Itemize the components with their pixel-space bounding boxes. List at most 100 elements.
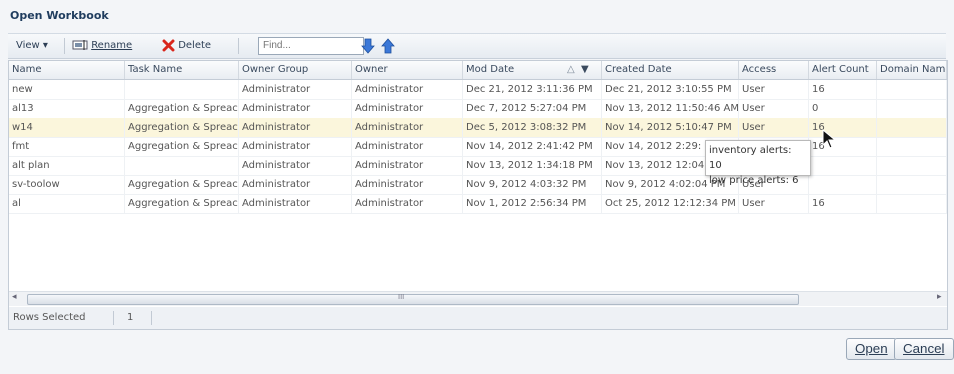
column-header-access[interactable]: Access (739, 61, 809, 79)
rename-icon (72, 40, 88, 50)
rows-selected-label: Rows Selected (13, 312, 86, 323)
cell-mod-date: Dec 7, 2012 5:27:04 PM (463, 99, 602, 118)
cell-mod-date: Nov 13, 2012 1:34:18 PM (463, 156, 602, 175)
alert-count-tooltip: inventory alerts: 10 low price alerts: 6 (705, 140, 811, 186)
cell-name: al (9, 194, 125, 213)
table-row[interactable]: new Administrator Administrator Dec 21, 201… (9, 80, 947, 100)
column-header-domain-name[interactable]: Domain Name (877, 61, 947, 79)
rename-button[interactable]: Rename (72, 34, 132, 58)
cell-domain-name (877, 156, 947, 175)
open-label: Open (855, 341, 888, 356)
cell-owner-group: Administrator (239, 156, 352, 175)
cell-alert-count: 16 (809, 137, 877, 156)
cell-owner: Administrator (352, 99, 463, 118)
column-header-alert-count[interactable]: Alert Count (809, 61, 877, 79)
cell-created-date: Dec 21, 2012 3:10:55 PM (602, 80, 739, 99)
cell-alert-count: 0 (809, 99, 877, 118)
cell-mod-date: Dec 21, 2012 3:11:36 PM (463, 80, 602, 99)
view-menu[interactable]: View ▾ (16, 34, 48, 58)
cell-task-name (125, 156, 239, 175)
find-input[interactable] (258, 37, 364, 55)
open-button[interactable]: Open (846, 338, 897, 360)
cell-task-name: Aggregation & Spreac (125, 118, 239, 137)
cell-task-name (125, 80, 239, 99)
dialog-title: Open Workbook (10, 9, 109, 22)
toolbar-divider (238, 38, 239, 54)
cell-access: User (739, 194, 809, 213)
cell-domain-name (877, 118, 947, 137)
cell-name: fmt (9, 137, 125, 156)
workbook-table: Name Task Name Owner Group Owner Mod Dat… (8, 60, 948, 309)
cell-alert-count (809, 175, 877, 194)
cell-created-date: Nov 13, 2012 11:50:46 AM (602, 99, 739, 118)
cancel-button[interactable]: Cancel (894, 338, 954, 360)
table-row[interactable]: w14 Aggregation & Spreac Administrator Admi… (9, 118, 947, 138)
cell-alert-count: 16 (809, 194, 877, 213)
cell-task-name: Aggregation & Spreac (125, 137, 239, 156)
cell-name: sv-toolow (9, 175, 125, 194)
cell-owner-group: Administrator (239, 137, 352, 156)
cell-owner: Administrator (352, 175, 463, 194)
delete-x-icon (162, 39, 175, 51)
table-row[interactable]: al Aggregation & Spreac Administrator Admin… (9, 194, 947, 214)
cell-mod-date: Dec 5, 2012 3:08:32 PM (463, 118, 602, 137)
cell-alert-count: 16 (809, 80, 877, 99)
sort-descending-icon[interactable]: ▼ (581, 61, 589, 79)
cell-owner: Administrator (352, 194, 463, 213)
column-header-owner-group[interactable]: Owner Group (239, 61, 352, 79)
delete-button[interactable]: Delete (162, 34, 211, 58)
status-divider (151, 311, 152, 325)
cell-owner-group: Administrator (239, 99, 352, 118)
cell-owner-group: Administrator (239, 175, 352, 194)
cell-created-date: Oct 25, 2012 12:12:34 PM (602, 194, 739, 213)
arrow-down-icon[interactable] (360, 38, 376, 54)
toolbar: View ▾ Rename Delete (8, 33, 946, 59)
cell-mod-date: Nov 9, 2012 4:03:32 PM (463, 175, 602, 194)
column-header-owner[interactable]: Owner (352, 61, 463, 79)
cell-owner-group: Administrator (239, 80, 352, 99)
rename-label: Rename (91, 40, 133, 51)
table-header: Name Task Name Owner Group Owner Mod Dat… (9, 61, 947, 80)
cell-owner: Administrator (352, 156, 463, 175)
scrollbar-thumb[interactable]: III (27, 293, 799, 305)
tooltip-line-low-price: low price alerts: 6 (709, 175, 799, 186)
scroll-right-icon[interactable]: ▸ (937, 292, 942, 302)
cell-task-name: Aggregation & Spreac (125, 99, 239, 118)
toolbar-divider (64, 38, 65, 54)
cancel-label: Cancel (903, 341, 945, 356)
cell-created-date: Nov 14, 2012 5:10:47 PM (602, 118, 739, 137)
column-header-created-date[interactable]: Created Date (602, 61, 739, 79)
scroll-left-icon[interactable]: ◂ (12, 292, 17, 302)
status-divider (113, 311, 114, 325)
column-header-task-name[interactable]: Task Name (125, 61, 239, 79)
tooltip-line-inventory: inventory alerts: 10 (709, 145, 792, 171)
open-workbook-dialog: Open Workbook View ▾ Rename Delete Find.… (0, 0, 954, 374)
table-row[interactable]: al13 Aggregation & Spreac Administrator Adm… (9, 99, 947, 119)
cell-owner-group: Administrator (239, 194, 352, 213)
cell-name: new (9, 80, 125, 99)
cell-mod-date: Nov 14, 2012 2:41:42 PM (463, 137, 602, 156)
cell-task-name: Aggregation & Spreac (125, 194, 239, 213)
arrow-up-icon[interactable] (380, 38, 396, 54)
cell-name: alt plan (9, 156, 125, 175)
cell-owner: Administrator (352, 118, 463, 137)
rows-selected-count: 1 (127, 312, 134, 323)
cell-name: al13 (9, 99, 125, 118)
horizontal-scrollbar[interactable]: ◂ III ▸ (9, 291, 947, 306)
cell-domain-name (877, 194, 947, 213)
cell-domain-name (877, 99, 947, 118)
mod-date-label: Mod Date (466, 64, 515, 75)
cell-owner: Administrator (352, 80, 463, 99)
cell-alert-count: 16 (809, 118, 877, 137)
cell-access: User (739, 80, 809, 99)
cell-domain-name (877, 137, 947, 156)
status-bar: Rows Selected 1 (8, 307, 948, 330)
cell-access: User (739, 99, 809, 118)
column-header-name[interactable]: Name (9, 61, 125, 79)
cell-owner-group: Administrator (239, 118, 352, 137)
column-header-mod-date[interactable]: Mod Date △ ▼ (463, 61, 602, 79)
cell-name: w14 (9, 118, 125, 137)
mouse-pointer-icon (822, 129, 837, 149)
sort-ascending-icon[interactable]: △ (567, 61, 575, 79)
cell-domain-name (877, 80, 947, 99)
